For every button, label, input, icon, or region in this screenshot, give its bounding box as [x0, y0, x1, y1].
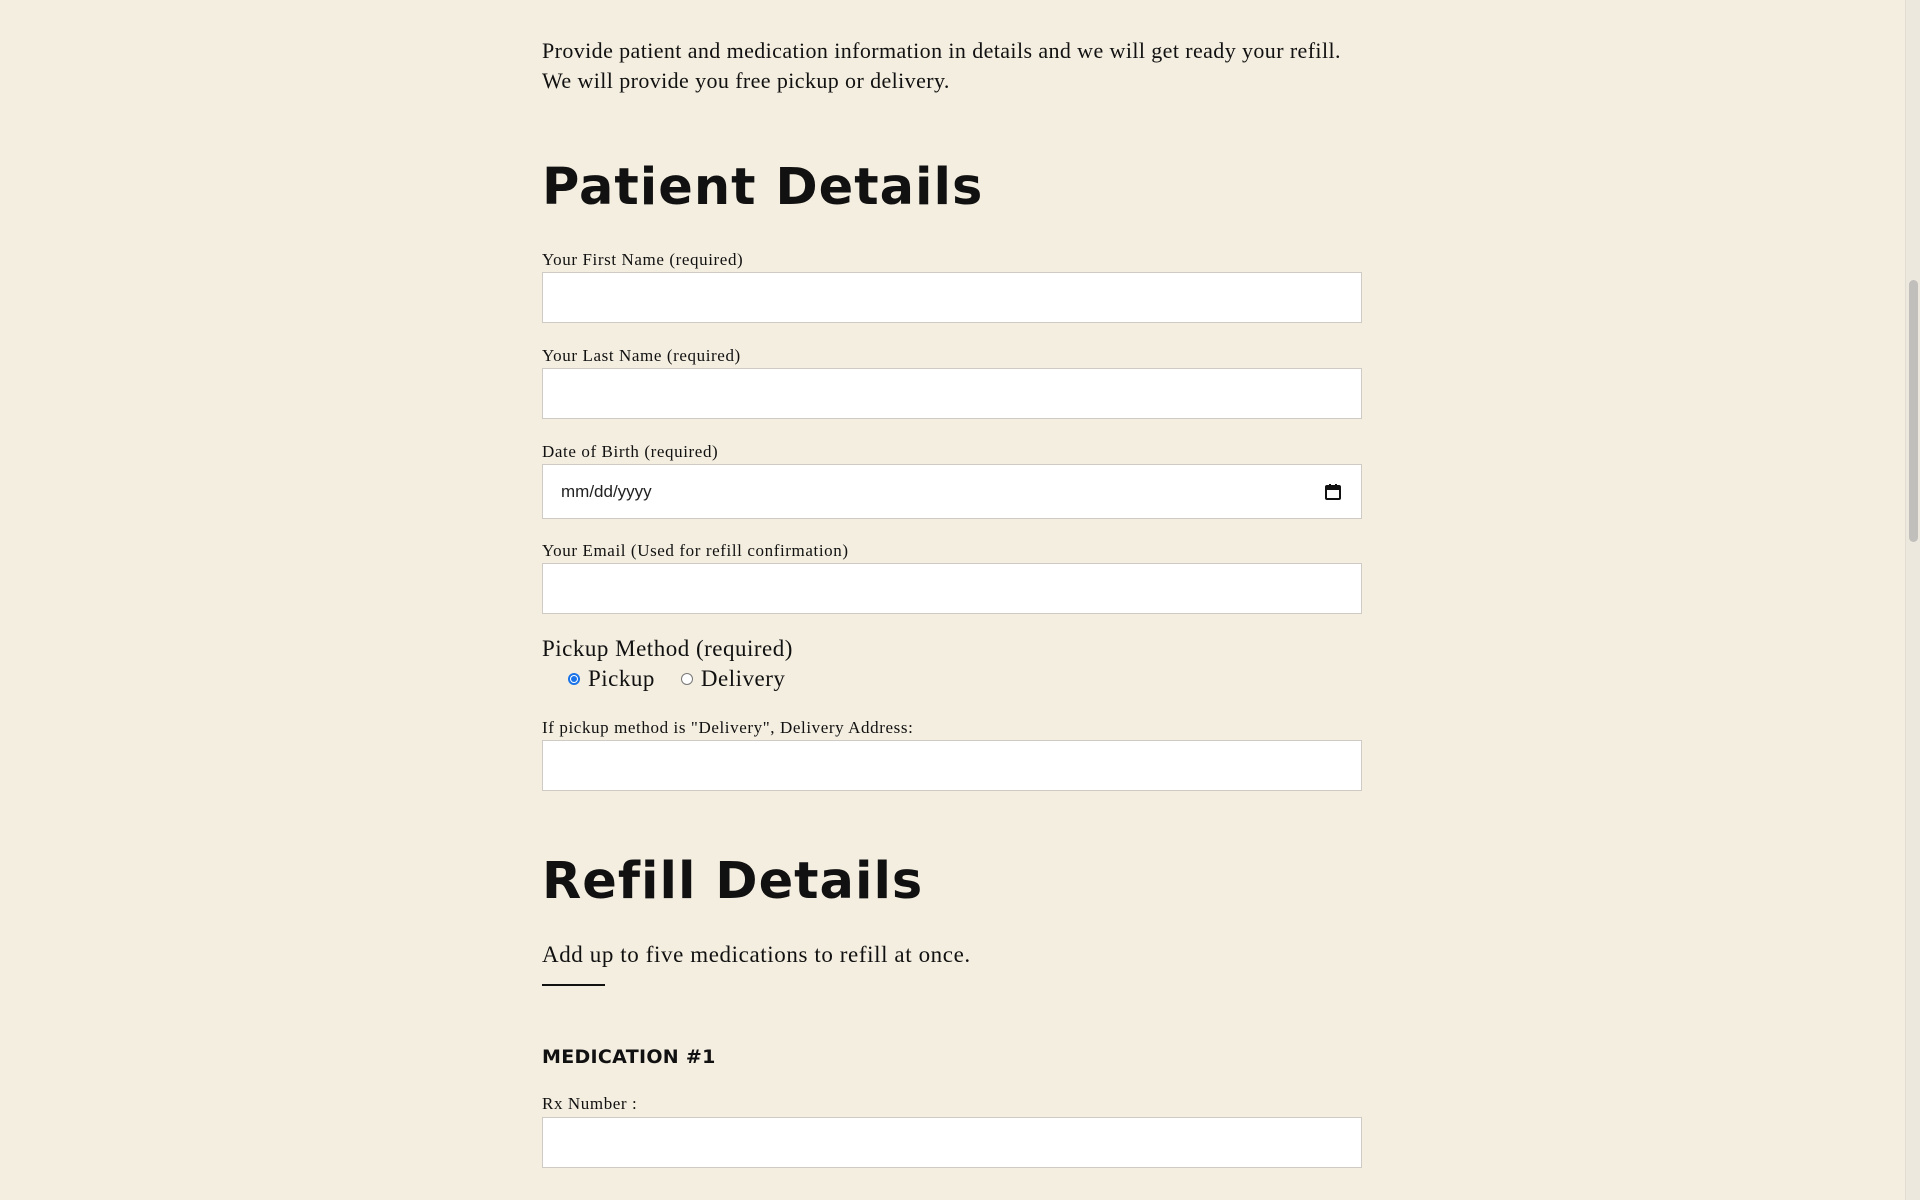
patient-details-heading: Patient Details: [542, 158, 984, 217]
calendar-icon[interactable]: [1323, 482, 1343, 502]
last-name-input[interactable]: [542, 368, 1362, 419]
rx-number-label: Rx Number :: [542, 1094, 638, 1113]
email-label: Your Email (Used for refill confirmation…: [542, 541, 849, 560]
dob-label: Date of Birth (required): [542, 442, 719, 461]
dob-input[interactable]: mm/dd/yyyy: [542, 464, 1362, 519]
pickup-radio[interactable]: [568, 673, 580, 685]
refill-subtitle: Add up to five medications to refill at …: [542, 942, 971, 967]
pickup-option-label[interactable]: Pickup: [588, 666, 655, 692]
first-name-label: Your First Name (required): [542, 250, 744, 269]
intro-text: Provide patient and medication informati…: [542, 38, 1341, 93]
rx-number-input[interactable]: [542, 1117, 1362, 1168]
last-name-label: Your Last Name (required): [542, 346, 741, 365]
delivery-radio[interactable]: [680, 673, 693, 685]
medication-heading: MEDICATION #1: [542, 1046, 716, 1068]
delivery-address-label: If pickup method is "Delivery", Delivery…: [542, 718, 914, 737]
first-name-input[interactable]: [542, 272, 1362, 323]
pickup-method-label: Pickup Method (required): [542, 636, 793, 661]
section-divider: [542, 984, 605, 986]
delivery-address-input[interactable]: [542, 740, 1362, 791]
email-input[interactable]: [542, 563, 1362, 614]
delivery-option-label[interactable]: Delivery: [701, 666, 785, 692]
refill-details-heading: Refill Details: [542, 852, 924, 911]
scrollbar-thumb[interactable]: [1909, 280, 1918, 542]
pickup-method-options: Pickup Delivery: [568, 666, 785, 692]
page-scrollbar[interactable]: [1905, 0, 1920, 1200]
dob-placeholder: mm/dd/yyyy: [561, 481, 652, 501]
